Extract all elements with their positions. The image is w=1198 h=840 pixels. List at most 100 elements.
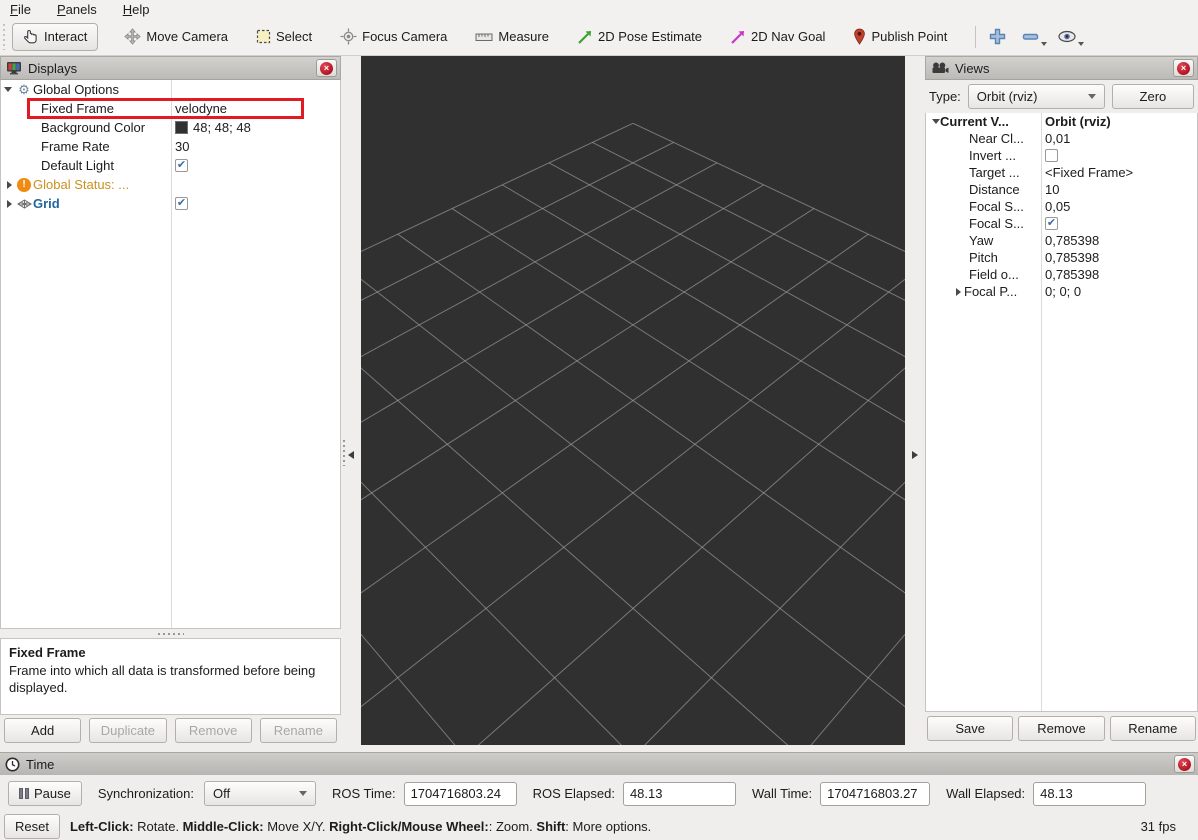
row-field-of-view[interactable]: Field o... 0,785398 — [926, 266, 1197, 283]
time-panel-header[interactable]: Time × — [0, 752, 1198, 775]
row-value[interactable]: 0,785398 — [1045, 250, 1099, 265]
row-value[interactable]: 0,785398 — [1045, 267, 1099, 282]
expand-arrow-icon[interactable] — [932, 119, 940, 124]
row-fixed-frame[interactable]: Fixed Frame velodyne — [1, 99, 340, 118]
fixed-frame-value[interactable]: velodyne — [175, 101, 227, 116]
wall-elapsed-input[interactable] — [1033, 782, 1146, 806]
mouse-help-text: Left-Click: Rotate. Middle-Click: Move X… — [70, 819, 1131, 834]
row-value[interactable]: 0,01 — [1045, 131, 1070, 146]
invert-z-checkbox[interactable] — [1045, 149, 1058, 162]
view-type-select[interactable]: Orbit (rviz) — [968, 84, 1105, 109]
status-bar: Reset Left-Click: Rotate. Middle-Click: … — [0, 812, 1198, 840]
rename-button[interactable]: Rename — [260, 718, 337, 743]
render-viewport-3d[interactable] — [361, 56, 905, 745]
row-label: Target ... — [926, 165, 1020, 180]
tool-interact-label: Interact — [44, 29, 87, 44]
row-label: Frame Rate — [1, 139, 110, 154]
expand-arrow-icon[interactable] — [4, 87, 12, 92]
tool-2d-pose-estimate[interactable]: 2D Pose Estimate — [571, 25, 708, 49]
add-button[interactable]: Add — [4, 718, 81, 743]
row-value: Orbit (rviz) — [1045, 114, 1111, 129]
collapse-left-panel-icon[interactable] — [348, 451, 354, 459]
tool-move-camera[interactable]: Move Camera — [118, 24, 234, 49]
frame-rate-value[interactable]: 30 — [175, 139, 189, 154]
add-tool-button[interactable] — [988, 27, 1007, 46]
duplicate-button[interactable]: Duplicate — [89, 718, 166, 743]
row-distance[interactable]: Distance 10 — [926, 181, 1197, 198]
row-label: Pitch — [926, 250, 998, 265]
row-value[interactable]: 0,05 — [1045, 199, 1070, 214]
focal-shape-checkbox[interactable]: ✔ — [1045, 217, 1058, 230]
menu-file[interactable]: File — [10, 2, 31, 17]
toolbar-drag-handle[interactable] — [2, 24, 9, 50]
row-near-clip[interactable]: Near Cl... 0,01 — [926, 130, 1197, 147]
wall-time-input[interactable] — [820, 782, 930, 806]
row-value[interactable]: 0,785398 — [1045, 233, 1099, 248]
tool-select[interactable]: Select — [250, 25, 318, 48]
zero-button[interactable]: Zero — [1112, 84, 1194, 109]
row-focal-point[interactable]: Focal P... 0; 0; 0 — [926, 283, 1197, 300]
save-button[interactable]: Save — [927, 716, 1013, 741]
tool-measure[interactable]: Measure — [469, 25, 555, 48]
row-pitch[interactable]: Pitch 0,785398 — [926, 249, 1197, 266]
collapse-arrow-icon[interactable] — [956, 288, 961, 296]
reset-button[interactable]: Reset — [4, 814, 60, 839]
row-value[interactable]: 0; 0; 0 — [1045, 284, 1081, 299]
left-splitter-gutter[interactable] — [341, 56, 361, 745]
collapse-arrow-icon[interactable] — [7, 181, 12, 189]
views-rename-button[interactable]: Rename — [1110, 716, 1196, 741]
row-target-frame[interactable]: Target ... <Fixed Frame> — [926, 164, 1197, 181]
row-grid[interactable]: Grid ✔ — [1, 194, 340, 213]
menu-help[interactable]: Help — [123, 2, 150, 17]
row-value[interactable]: <Fixed Frame> — [1045, 165, 1133, 180]
tool-interact[interactable]: Interact — [12, 23, 98, 51]
grid-checkbox[interactable]: ✔ — [175, 197, 188, 210]
remove-button[interactable]: Remove — [175, 718, 252, 743]
sync-select[interactable]: Off — [204, 781, 316, 806]
row-label: Invert ... — [926, 148, 1016, 163]
displays-close-button[interactable]: × — [316, 59, 337, 77]
tool-properties-button[interactable] — [1057, 29, 1084, 44]
row-focal-shape-fixed[interactable]: Focal S... ✔ — [926, 215, 1197, 232]
row-global-options[interactable]: ⚙Global Options — [1, 80, 340, 99]
tool-publish-point[interactable]: Publish Point — [847, 24, 953, 49]
row-invert-z[interactable]: Invert ... — [926, 147, 1197, 164]
right-splitter-gutter[interactable] — [905, 56, 925, 745]
views-remove-button[interactable]: Remove — [1018, 716, 1104, 741]
tool-2d-nav-goal[interactable]: 2D Nav Goal — [724, 25, 831, 49]
rviz-window: File Panels Help Interact Move Camera Se… — [0, 0, 1198, 840]
displays-panel-header[interactable]: Displays × — [0, 56, 341, 80]
description-title: Fixed Frame — [9, 644, 332, 662]
row-frame-rate[interactable]: Frame Rate 30 — [1, 137, 340, 156]
row-current-view[interactable]: Current V... Orbit (rviz) — [926, 113, 1197, 130]
time-panel-title: Time — [26, 757, 1168, 772]
row-yaw[interactable]: Yaw 0,785398 — [926, 232, 1197, 249]
row-focal-shape-size[interactable]: Focal S... 0,05 — [926, 198, 1197, 215]
dock-gap — [0, 745, 1198, 752]
row-default-light[interactable]: Default Light ✔ — [1, 156, 340, 175]
close-icon: × — [1177, 62, 1190, 75]
wall-time-label: Wall Time: — [752, 786, 812, 801]
row-global-status[interactable]: !Global Status: ... — [1, 175, 340, 194]
views-close-button[interactable]: × — [1173, 59, 1194, 77]
tool-select-label: Select — [276, 29, 312, 44]
menu-panels[interactable]: Panels — [57, 2, 97, 17]
views-panel-header[interactable]: Views × — [925, 56, 1198, 80]
row-value[interactable]: 10 — [1045, 182, 1059, 197]
default-light-checkbox[interactable]: ✔ — [175, 159, 188, 172]
remove-tool-button[interactable] — [1021, 30, 1047, 44]
ros-time-input[interactable] — [404, 782, 517, 806]
time-close-button[interactable]: × — [1174, 755, 1195, 773]
views-panel-title: Views — [955, 61, 1167, 76]
displays-splitter[interactable] — [0, 629, 341, 638]
tool-focus-camera-label: Focus Camera — [362, 29, 447, 44]
chevron-down-icon — [299, 791, 307, 796]
collapse-right-panel-icon[interactable] — [912, 451, 918, 459]
row-background-color[interactable]: Background Color 48; 48; 48 — [1, 118, 340, 137]
ros-elapsed-input[interactable] — [623, 782, 736, 806]
background-color-value[interactable]: 48; 48; 48 — [193, 120, 251, 135]
pause-button[interactable]: Pause — [8, 781, 82, 806]
grid-svg — [361, 56, 905, 745]
collapse-arrow-icon[interactable] — [7, 200, 12, 208]
tool-focus-camera[interactable]: Focus Camera — [334, 24, 453, 49]
